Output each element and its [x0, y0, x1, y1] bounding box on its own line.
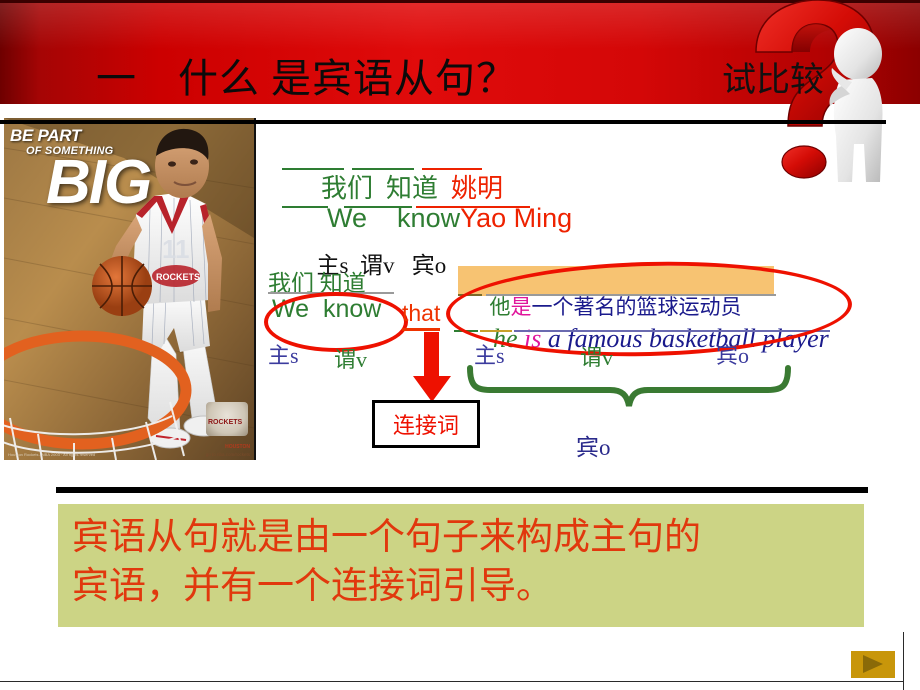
object-clause-brace [467, 365, 791, 407]
ex1-en-subject-underline [282, 206, 328, 208]
connector-word: that [402, 300, 441, 331]
ex1-zh-subject-underline [282, 168, 344, 170]
play-triangle-icon [863, 655, 883, 673]
ex1-zh-object-underline [422, 168, 482, 170]
object-clause-label: 宾o [576, 435, 611, 460]
rockets-logo-badge: ROCKETS [206, 402, 248, 436]
rockets-badge-label: ROCKETS [208, 419, 243, 426]
example-two: 我们 知道 We know that 他是一个著名的篮球运动员 he is a … [258, 257, 918, 470]
connector-term-label: 连接词 [392, 413, 459, 438]
svg-text:11: 11 [162, 234, 190, 264]
svg-text:ROCKETS: ROCKETS [156, 272, 200, 282]
ex1-en-verb-underline [344, 206, 412, 208]
summary-divider [56, 487, 868, 493]
footer-hairline-vertical [903, 632, 904, 690]
summary-text: 宾语从句就是由一个句子来构成主句的 宾语，并有一个连接词引导。 [72, 517, 701, 607]
ex1-zh-verb-underline [352, 168, 414, 170]
page-title: 一 什么 是宾语从句？ [96, 56, 517, 101]
poster-line1: BE PART [10, 126, 81, 145]
compare-label: 试比较 [722, 62, 824, 99]
header-divider [0, 120, 886, 124]
ex1-en-object-underline [416, 206, 530, 208]
example-one: 我们 知道 姚明 We knowYao Ming 主s 谓v 宾o [258, 126, 918, 278]
footer-hairline [0, 681, 904, 682]
yao-ming-poster-image: 11 ROCKETS BE PART OF SOMETHING BIG ROCK… [4, 118, 256, 460]
rockets-sub-label: HOUSTON [225, 444, 250, 450]
ex2-main-role-subject: 主s [268, 343, 299, 368]
connector-arrow [413, 332, 451, 402]
poster-line3: BIG [46, 148, 152, 217]
summary-box: 宾语从句就是由一个句子来构成主句的 宾语，并有一个连接词引导。 [58, 504, 864, 627]
next-slide-button[interactable] [851, 651, 895, 678]
poster-credit-line: Houston Rockets / NBA 2003 · All rights … [8, 452, 96, 457]
ex2-main-role-verb: 谓v [334, 347, 368, 372]
grammar-explanation-area: 我们 知道 姚明 We knowYao Ming 主s 谓v 宾o 我们 知道 … [258, 126, 916, 466]
rockets-sub2-label: go to nba.com/rockets [205, 452, 250, 457]
